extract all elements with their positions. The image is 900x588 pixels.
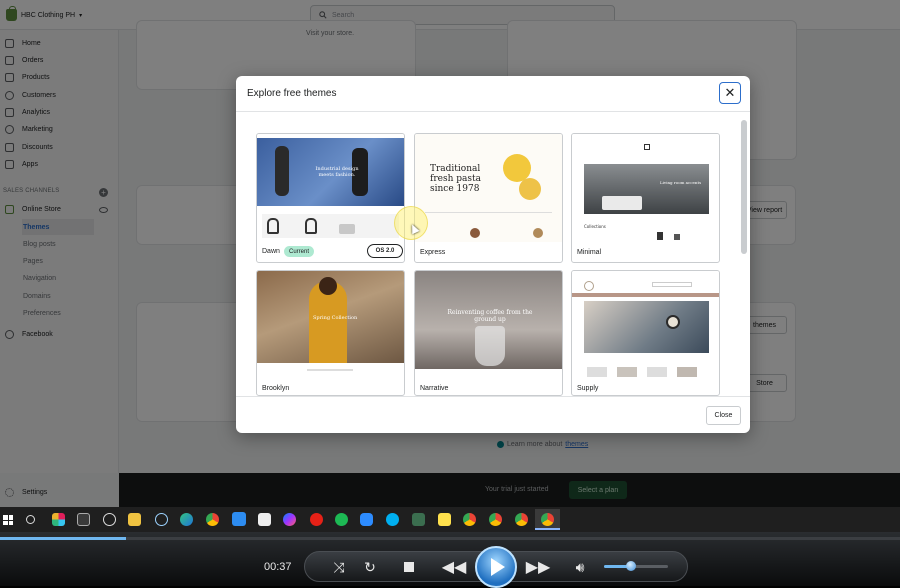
chrome-profile-icon[interactable] xyxy=(463,513,476,526)
spotify-icon[interactable] xyxy=(335,513,348,526)
modal-footer: Close xyxy=(236,396,750,433)
chrome-profile-icon[interactable] xyxy=(489,513,502,526)
theme-card-dawn[interactable]: Industrial design meets fashion. Dawn Cu… xyxy=(256,133,405,263)
modal-header: Explore free themes ✕ xyxy=(236,76,750,112)
theme-thumbnail: Spring Collection xyxy=(257,271,404,381)
theme-card-brooklyn[interactable]: Spring Collection Brooklyn xyxy=(256,270,405,396)
windows-start-icon[interactable] xyxy=(3,515,13,525)
theme-grid: Industrial design meets fashion. Dawn Cu… xyxy=(236,113,750,396)
theme-card-supply[interactable]: Supply xyxy=(571,270,720,396)
current-badge: Current xyxy=(284,246,314,257)
theme-card-narrative[interactable]: Reinventing coffee from the ground up Na… xyxy=(414,270,563,396)
seek-bar[interactable] xyxy=(0,537,900,540)
volume-slider-knob[interactable] xyxy=(626,561,636,571)
seek-progress xyxy=(0,537,126,540)
chrome-profile-icon[interactable] xyxy=(515,513,528,526)
thumb-headline: Reinventing coffee from the ground up xyxy=(447,309,533,323)
theme-name: Minimal xyxy=(577,249,602,256)
thumb-headline: Traditional fresh pasta since 1978 xyxy=(430,164,481,194)
photos-icon[interactable] xyxy=(258,513,271,526)
close-button[interactable]: Close xyxy=(706,406,741,425)
theme-name: Brooklyn xyxy=(262,385,290,392)
search-icon[interactable] xyxy=(26,515,35,524)
modal-scrollbar[interactable] xyxy=(741,120,747,254)
youtube-icon[interactable] xyxy=(310,513,323,526)
thumb-subheading: Collections xyxy=(584,224,606,229)
stop-button[interactable] xyxy=(401,559,417,575)
theme-thumbnail: Reinventing coffee from the ground up xyxy=(415,271,562,381)
playback-time: 00:37 xyxy=(264,561,292,573)
file-explorer-icon[interactable] xyxy=(128,513,141,526)
close-icon[interactable]: ✕ xyxy=(719,82,741,104)
play-icon xyxy=(491,558,505,576)
rewind-icon[interactable]: ◀◀ xyxy=(440,557,468,577)
app-download-icon[interactable] xyxy=(412,513,425,526)
clock-icon[interactable] xyxy=(103,513,116,526)
capture-app-icon[interactable] xyxy=(77,513,90,526)
modal-title: Explore free themes xyxy=(247,88,337,99)
browser-viewport: HBC Clothing PH ▾ Search Home Orders Pro… xyxy=(0,0,900,507)
theme-name: Narrative xyxy=(420,385,449,392)
volume-slider[interactable] xyxy=(604,565,668,568)
theme-name: Supply xyxy=(577,385,599,392)
theme-card-express[interactable]: Traditional fresh pasta since 1978 Expre… xyxy=(414,133,563,263)
fast-forward-icon[interactable]: ▶▶ xyxy=(524,557,552,577)
media-app-icon[interactable] xyxy=(155,513,168,526)
theme-name: Dawn xyxy=(262,248,280,255)
thumb-headline: Industrial design meets fashion. xyxy=(315,166,359,178)
chrome-browser-icon[interactable] xyxy=(206,513,219,526)
chrome-active-icon[interactable] xyxy=(541,513,554,526)
skype-icon[interactable] xyxy=(386,513,399,526)
theme-thumbnail xyxy=(572,271,719,381)
thumb-headline: Living room accents xyxy=(660,180,702,185)
os-version-badge: OS 2.0 xyxy=(367,244,403,258)
explore-themes-modal: Explore free themes ✕ Industrial design … xyxy=(236,76,750,433)
volume-icon[interactable]: 🔊︎ xyxy=(570,558,590,576)
cursor-highlight xyxy=(394,206,428,240)
messenger-icon[interactable] xyxy=(283,513,296,526)
app-c-icon[interactable] xyxy=(232,512,246,526)
play-button[interactable] xyxy=(475,546,517,588)
sticky-notes-icon[interactable] xyxy=(438,513,451,526)
repeat-icon[interactable]: ↻ xyxy=(361,558,379,576)
media-player: 00:37 ⤨ ↻ ◀◀ ▶▶ 🔊︎ xyxy=(0,532,900,588)
theme-name: Express xyxy=(420,249,446,256)
zoom-icon[interactable] xyxy=(360,513,373,526)
windows-taskbar xyxy=(0,507,900,532)
edge-browser-icon[interactable] xyxy=(180,513,193,526)
thumb-headline: Spring Collection xyxy=(313,315,358,321)
theme-thumbnail: Industrial design meets fashion. xyxy=(257,134,404,240)
theme-card-minimal[interactable]: Living room accents Collections Minimal xyxy=(571,133,720,263)
theme-thumbnail: Living room accents Collections xyxy=(572,134,719,242)
theme-thumbnail: Traditional fresh pasta since 1978 xyxy=(415,134,562,242)
stop-icon xyxy=(404,562,414,572)
shuffle-icon[interactable]: ⤨ xyxy=(330,558,348,576)
slack-icon[interactable] xyxy=(52,513,65,526)
